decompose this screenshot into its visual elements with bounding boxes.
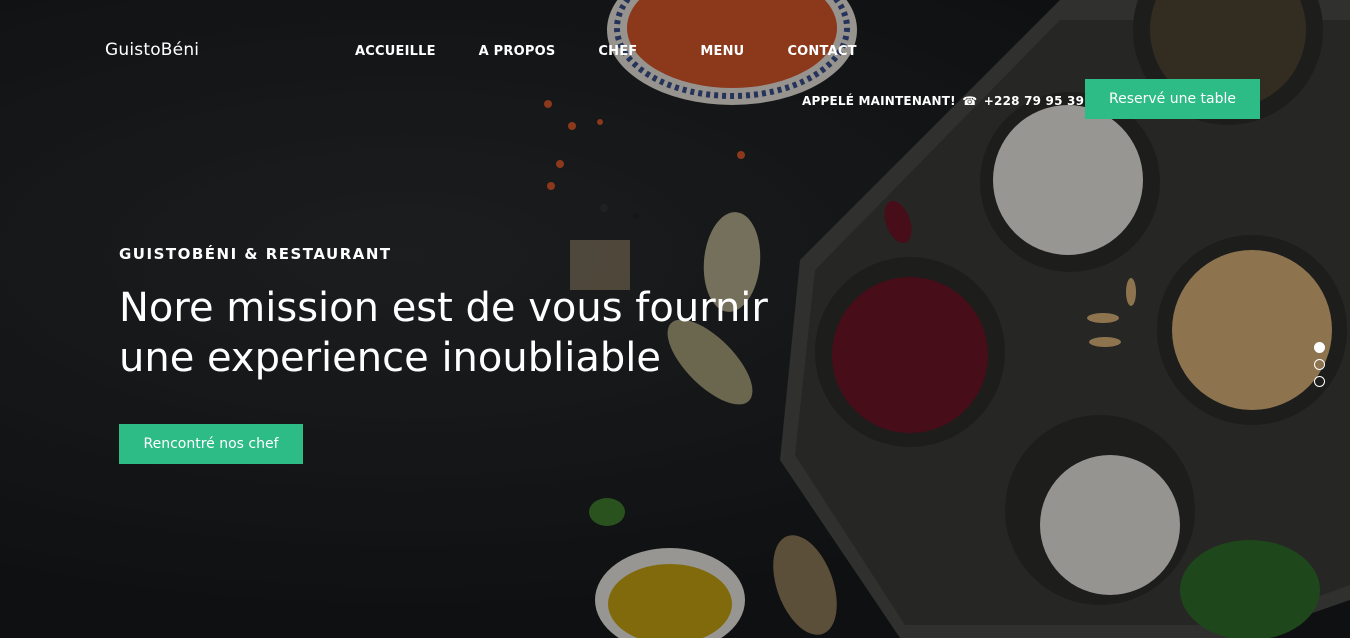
hero-subtitle: GUISTOBÉNI & RESTAURANT <box>119 245 392 263</box>
slider-dot-1[interactable] <box>1314 342 1325 353</box>
nav-item-chef[interactable]: CHEF <box>598 44 637 59</box>
meet-chef-button[interactable]: Rencontré nos chef <box>119 424 303 464</box>
nav-item-accueille[interactable]: ACCUEILLE <box>355 44 436 59</box>
brand-logo[interactable]: GuistoBéni <box>105 40 199 60</box>
nav-item-contact[interactable]: CONTACT <box>787 44 856 59</box>
slider-dot-3[interactable] <box>1314 376 1325 387</box>
nav-item-menu[interactable]: MENU <box>700 44 744 59</box>
nav-item-a-propos[interactable]: A PROPOS <box>479 44 556 59</box>
slider-dots <box>1314 342 1325 393</box>
main-nav: ACCUEILLE A PROPOS CHEF MENU CONTACT <box>355 44 857 59</box>
reserve-table-button[interactable]: Reservé une table <box>1085 79 1260 119</box>
hero-headline-line2: une experience inoubliable <box>119 335 661 381</box>
phone-icon: ☎ <box>962 94 978 108</box>
slider-dot-2[interactable] <box>1314 359 1325 370</box>
call-now: APPELÉ MAINTENANT! ☎ +228 79 95 39 84 <box>802 94 1106 108</box>
hero-headline-line1: Nore mission est de vous fournir <box>119 285 768 331</box>
hero-headline: Nore mission est de vous fournir une exp… <box>119 283 839 383</box>
hero-section: GuistoBéni ACCUEILLE A PROPOS CHEF MENU … <box>0 0 1350 638</box>
call-now-label: APPELÉ MAINTENANT! <box>802 94 956 108</box>
